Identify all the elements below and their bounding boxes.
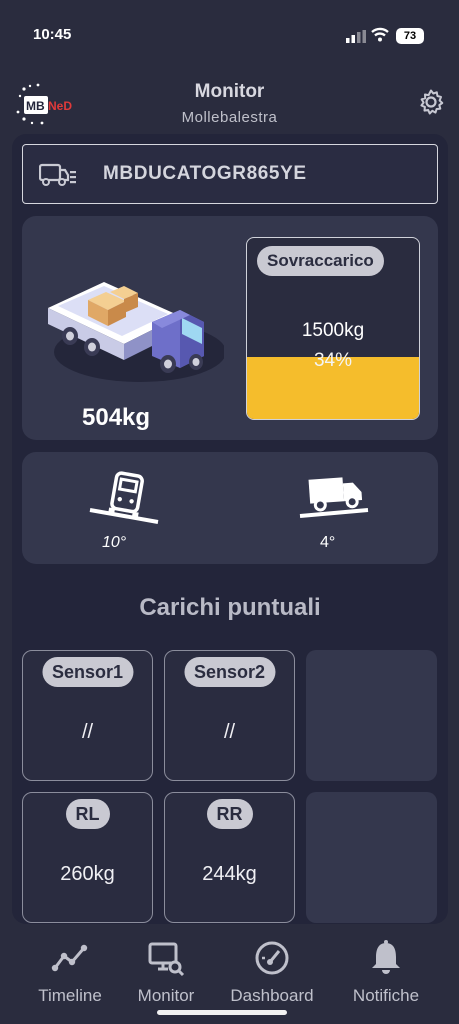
bottom-nav: Timeline Monitor Dashboard Notifiche [0,930,459,1024]
section-title: Carichi puntuali [139,594,321,621]
page-subtitle: Mollebalestra [181,109,278,126]
sensor-value: // [223,721,236,743]
nav-label: Notifiche [352,986,420,1005]
sensor-label: Sensor2 [183,657,276,687]
dashboard-icon [255,941,289,975]
timeline-icon [51,944,88,972]
app-header: MB NeD Monitor Mollebalestra [0,78,459,132]
nav-label: Timeline [38,986,102,1005]
nav-label: Dashboard [230,986,314,1005]
nav-monitor[interactable]: Monitor [126,938,206,1006]
vehicle-plate: MBDUCATOGR865YE [103,163,307,184]
wifi-icon [371,27,389,42]
sensor-label: Sensor1 [41,657,134,687]
settings-gear-icon[interactable] [417,88,445,116]
nav-label: Monitor [137,986,195,1005]
sensor-tile-rl[interactable]: RL 260kg [22,792,153,923]
sensor-value: // [81,721,94,743]
truck-list-icon [39,163,76,186]
signal-icon [346,30,366,43]
pitch-tilt-icon [299,477,369,518]
status-time: 10:45 [33,26,72,43]
roll-angle-value: 10° [102,534,127,551]
tilt-card: 10° 4° [22,452,438,564]
overload-badge: Sovraccarico [257,246,384,276]
page-title: Monitor [194,81,265,102]
nav-notifiche[interactable]: Notifiche [340,938,432,1006]
status-bar: 10:45 73 [0,0,459,70]
monitor-icon [148,942,185,977]
truck-illustration [48,282,224,382]
home-indicator [157,1010,287,1015]
sensor-tile-sensor2[interactable]: Sensor2 // [164,650,295,781]
nav-dashboard[interactable]: Dashboard [220,938,324,1006]
capacity-percent: 34% [313,350,353,371]
current-load-value: 504kg [82,404,151,431]
empty-sensor-slot [306,792,437,923]
bell-icon [372,940,400,974]
pitch-angle-value: 4° [320,534,336,551]
battery-icon: 73 [396,28,424,44]
sensor-tile-rr[interactable]: RR 244kg [164,792,295,923]
empty-sensor-slot [306,650,437,781]
sensor-value: 260kg [60,863,115,885]
load-card: 504kg Sovraccarico 1500kg 34% [22,216,438,440]
capacity-value: 1500kg [301,320,365,341]
main-panel: MBDUCATOGR865YE 504kg Sovraccarico 1500k… [12,134,448,924]
vehicle-selector[interactable]: MBDUCATOGR865YE [22,144,438,204]
sensor-tile-sensor1[interactable]: Sensor1 // [22,650,153,781]
nav-timeline[interactable]: Timeline [26,938,114,1006]
capacity-card: Sovraccarico 1500kg 34% [246,237,420,420]
sensor-value: 244kg [202,863,257,885]
sensor-label: RL [65,799,110,829]
sensor-label: RR [206,799,253,829]
roll-tilt-icon [89,471,159,524]
